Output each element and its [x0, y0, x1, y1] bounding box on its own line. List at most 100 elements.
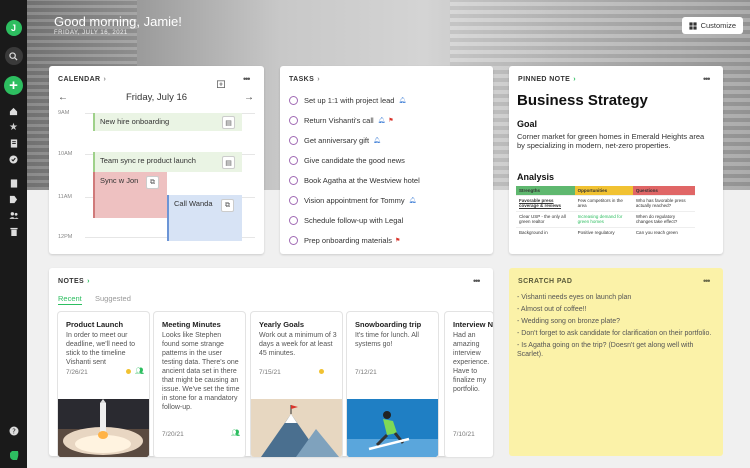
note-snippet: Looks like Stephen found some strange pa…: [162, 332, 240, 411]
note-link-icon[interactable]: ⧉: [146, 176, 159, 189]
task-item[interactable]: Book Agatha at the Westview hotel: [289, 174, 420, 186]
reminder-dot-icon: [319, 369, 324, 374]
greeting-date: FRIDAY, JULY 16, 2021: [54, 30, 128, 36]
tasks-icon[interactable]: [5, 151, 23, 167]
task-item[interactable]: Schedule follow-up with Legal: [289, 214, 403, 226]
new-note-button[interactable]: +: [4, 76, 23, 95]
evernote-logo-icon: [5, 446, 23, 464]
calendar-widget: CALENDAR › ••• ← Friday, July 16 → 9AM 10…: [49, 66, 264, 254]
task-checkbox[interactable]: [289, 195, 298, 205]
note-snippet: Had an amazing interview experience. Hav…: [453, 332, 490, 393]
search-icon: [9, 51, 18, 61]
note-snippet: In order to meet our deadline, we'll nee…: [66, 332, 136, 366]
note-date: 7/20/21: [162, 431, 184, 438]
scratch-line: - Vishanti needs eyes on launch plan: [517, 294, 632, 301]
notebook-icon[interactable]: [5, 175, 23, 191]
notes-more-icon[interactable]: •••: [473, 276, 481, 286]
flag-icon: ⚑: [388, 117, 394, 124]
task-item[interactable]: Return Vishanti's call 🔔︎ ⚑: [289, 114, 394, 126]
note-date: 7/26/21: [66, 369, 88, 376]
calendar-add-icon[interactable]: [217, 75, 225, 93]
note-card[interactable]: Interview N Had an amazing interview exp…: [445, 312, 493, 457]
task-item[interactable]: Get anniversary gift 🔔︎: [289, 134, 381, 146]
table-cell: When do regulatory changes take effect?: [632, 211, 695, 228]
task-checkbox[interactable]: [289, 135, 298, 145]
task-checkbox[interactable]: [289, 155, 298, 165]
help-icon[interactable]: ?: [5, 422, 23, 440]
scratch-more-icon[interactable]: •••: [703, 276, 711, 286]
mountain-image: [251, 399, 342, 457]
calendar-event[interactable]: New hire onboarding: [93, 113, 242, 131]
note-card[interactable]: Product Launch In order to meet our dead…: [58, 312, 149, 457]
customize-button[interactable]: Customize: [681, 17, 743, 34]
table-cell: Can you reach green: [632, 227, 695, 244]
task-checkbox[interactable]: [289, 215, 298, 225]
search-button[interactable]: [4, 47, 23, 65]
reminder-icon: 🔔︎: [398, 97, 407, 104]
scratch-line: - Is Agatha going on the trip? (Doesn't …: [517, 342, 694, 359]
scratch-pad-list[interactable]: - Vishanti needs eyes on launch plan - A…: [517, 293, 717, 363]
trash-icon[interactable]: [5, 223, 23, 239]
analysis-table: Strengths Opportunities Questions Favora…: [516, 186, 695, 244]
note-title: Product Launch: [66, 320, 124, 329]
pinned-note-widget: PINNED NOTE › ••• Business Strategy Goal …: [509, 66, 723, 254]
note-snippet: It's time for lunch. All systems go!: [355, 332, 419, 348]
scratch-line: - Almost out of coffee!!: [517, 306, 587, 314]
note-title: Snowboarding trip: [355, 320, 422, 329]
table-cell: Positive regulatory: [574, 227, 633, 244]
scratch-pad-widget[interactable]: SCRATCH PAD ••• - Vishanti needs eyes on…: [509, 268, 723, 456]
task-checkbox[interactable]: [289, 115, 298, 125]
pinned-goal-text: Corner market for green homes in Emerald…: [517, 132, 705, 151]
task-checkbox[interactable]: [289, 95, 298, 105]
task-item[interactable]: Vision appointment for Tommy 🔔︎: [289, 194, 416, 206]
home-icon[interactable]: [5, 103, 23, 119]
calendar-heading[interactable]: CALENDAR ›: [58, 76, 106, 83]
time-label: 9AM: [58, 110, 70, 116]
tasks-heading[interactable]: TASKS ›: [289, 76, 320, 83]
note-card[interactable]: Yearly Goals Work out a minimum of 3 day…: [251, 312, 342, 457]
pinned-note-heading[interactable]: PINNED NOTE ›: [518, 76, 576, 83]
tag-icon[interactable]: [5, 191, 23, 207]
task-checkbox[interactable]: [289, 175, 298, 185]
notes-heading[interactable]: NOTES ›: [58, 278, 90, 285]
shared-icon: 👥︎: [231, 430, 240, 437]
reminder-icon: 🔔︎: [377, 117, 386, 124]
table-cell: Increasing demand for green homes: [574, 211, 633, 228]
calendar-next-icon[interactable]: →: [244, 92, 254, 103]
note-title: Interview N: [453, 320, 493, 329]
greeting: Good morning, Jamie!: [54, 14, 182, 29]
shared-icon: 👥︎: [135, 368, 144, 375]
tab-recent[interactable]: Recent: [58, 294, 82, 305]
note-link-icon[interactable]: ▤: [222, 116, 235, 129]
table-cell: Few competitors in the area: [574, 195, 633, 212]
pinned-analysis-heading: Analysis: [517, 172, 555, 182]
note-card[interactable]: Meeting Minutes Looks like Stephen found…: [154, 312, 245, 457]
task-item[interactable]: Set up 1:1 with project lead 🔔︎: [289, 94, 406, 106]
pinned-more-icon[interactable]: •••: [703, 74, 711, 84]
notes-icon[interactable]: [5, 135, 23, 151]
svg-text:?: ?: [12, 428, 16, 436]
note-link-icon[interactable]: ⧉: [221, 199, 234, 212]
note-link-icon[interactable]: ▤: [222, 156, 235, 169]
pinned-goal-heading: Goal: [517, 119, 538, 129]
table-cell: Background in: [516, 227, 575, 244]
task-item[interactable]: Give candidate the good news: [289, 154, 405, 166]
note-title: Yearly Goals: [259, 320, 305, 329]
task-checkbox[interactable]: [289, 235, 298, 245]
star-icon[interactable]: ★: [5, 119, 23, 135]
calendar-more-icon[interactable]: •••: [243, 74, 251, 84]
note-date: 7/12/21: [355, 369, 377, 376]
shared-icon[interactable]: [5, 207, 23, 223]
tab-suggested[interactable]: Suggested: [95, 294, 131, 303]
table-header: Questions: [632, 186, 695, 196]
note-card[interactable]: Snowboarding trip It's time for lunch. A…: [347, 312, 438, 457]
reminder-dot-icon: [126, 369, 131, 374]
calendar-event[interactable]: Team sync re product launch: [93, 152, 242, 172]
pinned-note-title: Business Strategy: [517, 92, 648, 109]
time-label: 11AM: [58, 194, 72, 200]
time-label: 12PM: [58, 234, 73, 240]
avatar[interactable]: J: [5, 20, 22, 36]
task-item[interactable]: Prep onboarding materials ⚑: [289, 234, 400, 246]
reminder-icon: 🔔︎: [373, 137, 381, 144]
reminder-icon: 🔔︎: [408, 197, 417, 204]
